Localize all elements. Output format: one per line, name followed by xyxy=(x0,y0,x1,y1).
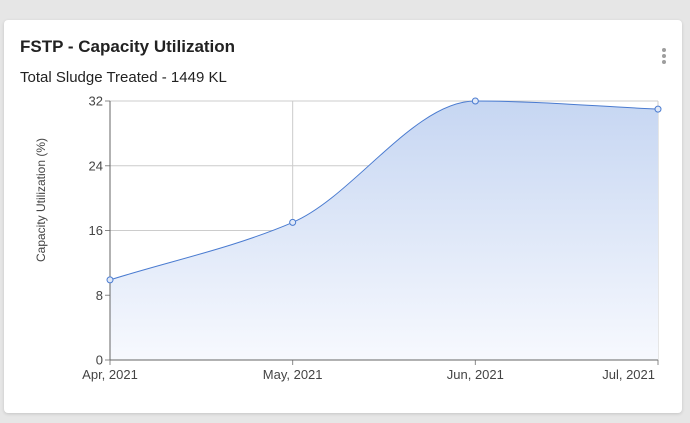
x-tick-label: Jul, 2021 xyxy=(602,367,655,382)
y-tick-label: 8 xyxy=(96,288,103,303)
y-tick-label: 32 xyxy=(89,94,103,109)
y-axis-label: Capacity Utilization (%) xyxy=(34,138,48,262)
x-tick-label: Apr, 2021 xyxy=(82,367,138,382)
data-point[interactable] xyxy=(106,276,114,284)
y-tick-label: 24 xyxy=(89,158,103,173)
y-tick-label: 0 xyxy=(96,353,103,368)
capacity-utilization-chart: 0 8 16 24 32 Apr, 2021 May, 2021 Jun, 2021 Jul, … xyxy=(34,94,662,382)
data-point[interactable] xyxy=(471,97,479,105)
data-point[interactable] xyxy=(289,218,297,226)
y-tick-label: 16 xyxy=(89,223,103,238)
x-tick-label: Jun, 2021 xyxy=(447,367,504,382)
data-point[interactable] xyxy=(654,105,662,113)
x-tick-label: May, 2021 xyxy=(263,367,323,382)
